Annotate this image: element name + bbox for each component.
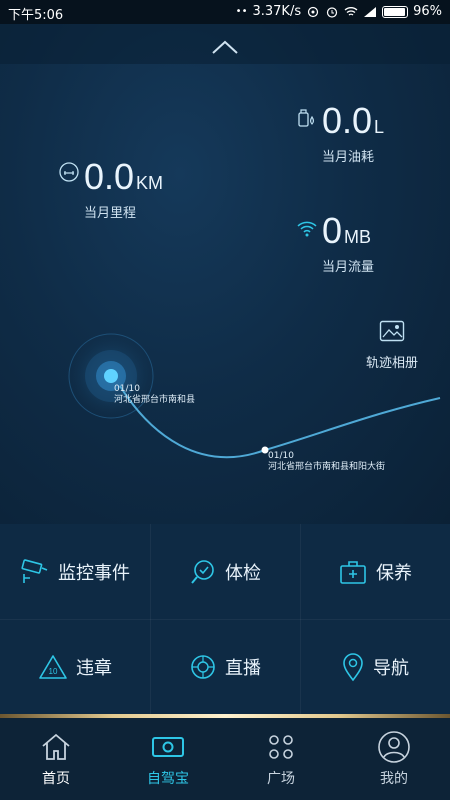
check-magnifier-icon (191, 559, 214, 584)
tab-mine-label: 我的 (380, 771, 408, 787)
menu-monitor-events-label: 监控事件 (58, 562, 130, 584)
data-value: 0 (322, 210, 343, 251)
data-label: 当月流量 (322, 260, 375, 275)
status-right: •• 3.37K/s 96% (236, 4, 442, 19)
menu-inspection-label: 体检 (225, 562, 261, 584)
menu-maintenance-label: 保养 (376, 562, 412, 584)
menu-maintenance[interactable]: 保养 (300, 524, 450, 619)
track-album-button[interactable]: 轨迹相册 (352, 320, 432, 371)
signal-dots-icon: •• (235, 6, 248, 17)
violation-badge: 10 (49, 667, 58, 676)
tab-home[interactable]: 首页 (0, 718, 112, 800)
menu-navigation-label: 导航 (373, 657, 409, 679)
bottom-tab-bar: 首页 自驾宝 广场 我的 (0, 718, 450, 800)
album-label: 轨迹相册 (365, 356, 418, 371)
fuel-icon (298, 109, 315, 127)
camera-aperture-icon (191, 654, 215, 679)
track-map (65, 330, 441, 459)
menu-violations[interactable]: 10 违章 (0, 619, 150, 714)
tab-dashcam-label: 自驾宝 (147, 771, 189, 787)
image-gallery-icon (379, 320, 405, 342)
tab-plaza-label: 广场 (267, 771, 295, 787)
location-pin-icon (343, 652, 363, 681)
feature-menu: 监控事件 体检 保养 10 违章 直播 导航 (0, 524, 450, 714)
start-label: 01/10 河北省邢台市南和县 (114, 384, 195, 406)
battery-icon (382, 5, 409, 18)
user-icon (378, 731, 410, 763)
toolbox-icon (340, 560, 366, 584)
start-date: 01/10 (114, 384, 140, 394)
mileage-stat: 0.0 KM 当月里程 (58, 156, 163, 221)
hotspot-icon (307, 6, 319, 17)
end-date: 01/10 (268, 451, 294, 461)
mileage-value: 0.0 (84, 156, 135, 197)
cell-signal-icon (364, 6, 377, 17)
tab-dashcam[interactable]: 自驾宝 (112, 718, 224, 800)
mileage-label: 当月里程 (84, 206, 137, 221)
dashcam-icon (152, 737, 184, 757)
status-time: 下午5:06 (8, 8, 64, 23)
status-bar: 下午5:06 •• 3.37K/s 96% (0, 0, 450, 24)
fuel-value: 0.0 (322, 100, 373, 141)
tab-mine[interactable]: 我的 (338, 718, 450, 800)
data-usage-stat: 0 MB 当月流量 (296, 210, 374, 275)
wifi-icon (344, 6, 358, 16)
odometer-icon (59, 162, 79, 182)
alarm-icon (326, 6, 338, 18)
fuel-stat: 0.0 L 当月油耗 (296, 100, 384, 165)
battery-percent: 96% (413, 4, 442, 19)
tab-home-label: 首页 (42, 771, 70, 787)
menu-violations-label: 违章 (76, 657, 112, 679)
grid-dots-icon (269, 735, 293, 759)
fuel-unit: L (374, 117, 385, 137)
menu-live-label: 直播 (225, 657, 261, 679)
network-speed: 3.37K/s (252, 4, 302, 19)
menu-live[interactable]: 直播 (150, 619, 300, 714)
mileage-unit: KM (136, 173, 164, 193)
menu-navigation[interactable]: 导航 (300, 619, 450, 714)
home-icon (42, 733, 70, 760)
camera-monitor-icon (21, 558, 48, 583)
violation-triangle-icon: 10 (39, 654, 67, 679)
dashboard-panel: 01/10 河北省邢台市南和县 01/10 河北省邢台市南和县和阳大街 0.0 … (0, 24, 450, 524)
fuel-label: 当月油耗 (322, 150, 375, 165)
start-address: 河北省邢台市南和县 (114, 395, 196, 405)
end-address: 河北省邢台市南和县和阳大街 (268, 462, 386, 472)
wifi-signal-icon (297, 221, 317, 237)
menu-inspection[interactable]: 体检 (150, 524, 300, 619)
start-point (104, 369, 118, 383)
tab-plaza[interactable]: 广场 (225, 718, 337, 800)
menu-monitor-events[interactable]: 监控事件 (0, 524, 150, 619)
end-label: 01/10 河北省邢台市南和县和阳大街 (268, 451, 385, 473)
data-unit: MB (344, 227, 372, 247)
